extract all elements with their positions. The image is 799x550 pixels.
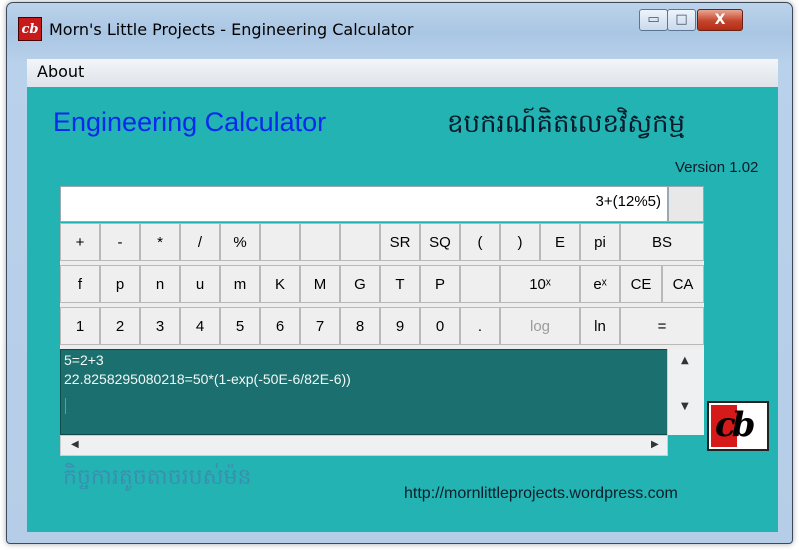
key-button[interactable]: SR xyxy=(380,223,420,261)
key-button[interactable]: - xyxy=(100,223,140,261)
logo-text: cb xyxy=(715,405,756,445)
scroll-down-icon[interactable]: ▼ xyxy=(681,401,689,412)
history-box[interactable]: 5=2+3 22.8258295080218=50*(1-exp(-50E-6/… xyxy=(60,349,704,435)
maximize-button[interactable]: □ xyxy=(667,9,696,31)
calculator-panel: Engineering Calculator ឧបករណ៍គិតលេខវិស្វ… xyxy=(27,87,778,532)
key-button[interactable] xyxy=(460,265,500,303)
key-button[interactable]: CE xyxy=(620,265,662,303)
expression-value: 3+(12%5) xyxy=(595,193,661,210)
key-button[interactable] xyxy=(260,223,300,261)
key-button[interactable]: CA xyxy=(662,265,704,303)
maximize-icon: □ xyxy=(675,12,688,27)
khmer-footer-text: កិច្ចការតូចតាចរបស់ម៉ន xyxy=(63,465,252,490)
menu-item-about[interactable]: About xyxy=(37,62,84,81)
menu-bar: About xyxy=(27,59,778,88)
website-link[interactable]: http://mornlittleprojects.wordpress.com xyxy=(404,485,678,503)
window-title: Morn's Little Projects - Engineering Cal… xyxy=(49,20,414,39)
scroll-right-icon[interactable]: ▶ xyxy=(651,439,659,450)
key-button[interactable]: = xyxy=(620,307,704,345)
key-button[interactable]: / xyxy=(180,223,220,261)
title-bar[interactable]: cb Morn's Little Projects - Engineering … xyxy=(7,3,792,55)
key-button[interactable]: ( xyxy=(460,223,500,261)
key-button[interactable]: % xyxy=(220,223,260,261)
history-horizontal-scrollbar[interactable]: ◀ ▶ xyxy=(60,435,668,456)
key-button[interactable]: 2 xyxy=(100,307,140,345)
version-label: Version 1.02 xyxy=(675,159,759,176)
khmer-title: ឧបករណ៍គិតលេខវិស្វកម្ម xyxy=(447,109,686,139)
key-button[interactable]: 10ˣ xyxy=(500,265,580,303)
key-button[interactable]: eˣ xyxy=(580,265,620,303)
cb-logo: cb xyxy=(707,401,769,451)
app-window: cb Morn's Little Projects - Engineering … xyxy=(6,2,793,544)
key-button[interactable]: n xyxy=(140,265,180,303)
key-button[interactable]: ln xyxy=(580,307,620,345)
key-button[interactable]: f xyxy=(60,265,100,303)
key-button[interactable]: P xyxy=(420,265,460,303)
key-button[interactable]: + xyxy=(60,223,100,261)
key-button[interactable]: 3 xyxy=(140,307,180,345)
key-button[interactable]: SQ xyxy=(420,223,460,261)
key-button[interactable]: 8 xyxy=(340,307,380,345)
key-button[interactable]: ) xyxy=(500,223,540,261)
key-button[interactable]: 4 xyxy=(180,307,220,345)
display-side-button[interactable] xyxy=(668,186,704,222)
key-button[interactable]: 9 xyxy=(380,307,420,345)
key-button[interactable]: m xyxy=(220,265,260,303)
key-button[interactable]: K xyxy=(260,265,300,303)
key-button[interactable]: u xyxy=(180,265,220,303)
minimize-button[interactable]: ▭ xyxy=(639,9,668,31)
keypad: + - * /% SR SQ() Epi BS f p n u m K M G T P 10ˣ eˣ CE CA 1 2 3 4 5… xyxy=(60,223,704,349)
minimize-icon: ▭ xyxy=(647,12,660,27)
scroll-up-icon[interactable]: ▲ xyxy=(681,355,689,366)
scroll-left-icon[interactable]: ◀ xyxy=(71,439,79,450)
key-button[interactable] xyxy=(340,223,380,261)
history-vertical-scrollbar[interactable]: ▲ ▼ xyxy=(667,349,704,435)
close-icon: X xyxy=(714,12,726,28)
text-caret xyxy=(65,398,66,414)
key-button[interactable]: 0 xyxy=(420,307,460,345)
key-button[interactable]: pi xyxy=(580,223,620,261)
key-button[interactable]: G xyxy=(340,265,380,303)
key-button[interactable]: 1 xyxy=(60,307,100,345)
key-button[interactable]: p xyxy=(100,265,140,303)
key-button[interactable]: 7 xyxy=(300,307,340,345)
key-button[interactable]: BS xyxy=(620,223,704,261)
history-line: 5=2+3 xyxy=(64,352,104,368)
key-button[interactable]: 5 xyxy=(220,307,260,345)
key-button[interactable]: log xyxy=(500,307,580,345)
key-button[interactable] xyxy=(300,223,340,261)
expression-display[interactable]: 3+(12%5) xyxy=(60,186,668,222)
key-button[interactable]: E xyxy=(540,223,580,261)
key-button[interactable]: M xyxy=(300,265,340,303)
app-title: Engineering Calculator xyxy=(53,107,327,137)
key-button[interactable]: * xyxy=(140,223,180,261)
key-button[interactable]: . xyxy=(460,307,500,345)
key-button[interactable]: 6 xyxy=(260,307,300,345)
close-button[interactable]: X xyxy=(697,9,743,31)
app-icon[interactable]: cb xyxy=(18,17,42,41)
history-line: 22.8258295080218=50*(1-exp(-50E-6/82E-6)… xyxy=(64,371,351,387)
key-button[interactable]: T xyxy=(380,265,420,303)
